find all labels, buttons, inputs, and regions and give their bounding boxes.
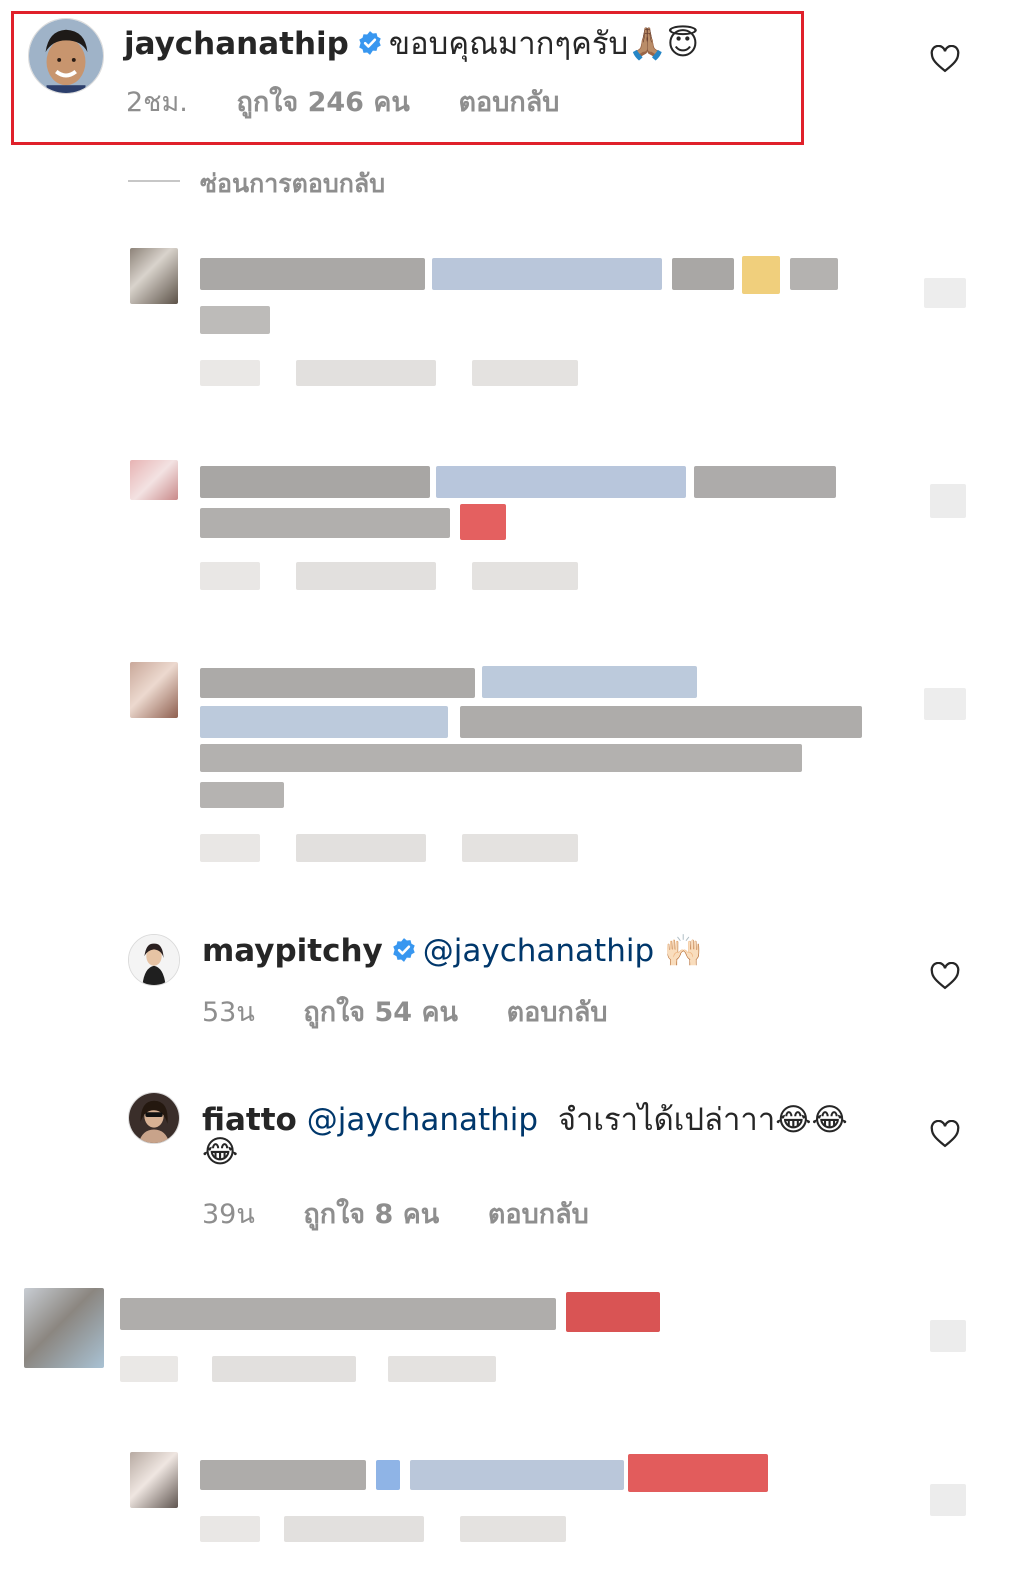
heart-icon[interactable] <box>930 1119 960 1152</box>
emoji-halo-face: 😇 <box>666 26 700 62</box>
censored-avatar <box>130 1452 178 1508</box>
censored-avatar <box>130 248 178 304</box>
emoji-folded-hands: 🙏🏽 <box>628 26 667 62</box>
censored-avatar <box>130 460 178 500</box>
comment-time: 2ชม. <box>126 87 188 118</box>
emoji-tears-of-joy: 😂 <box>202 1134 239 1170</box>
censored-avatar <box>24 1288 104 1368</box>
reply-button[interactable]: ตอบกลับ <box>507 997 608 1028</box>
heart-icon[interactable] <box>930 44 960 77</box>
emoji-tears-of-joy: 😂😂 <box>775 1102 848 1138</box>
fiatto-comment-text: จำเราได้เปล่าาา <box>557 1102 776 1138</box>
main-comment-line: jaychanathip ขอบคุณมากๆครับ🙏🏽😇 <box>124 18 699 68</box>
fiatto-meta: 39น ถูกใจ 8 คน ตอบกลับ <box>202 1192 629 1235</box>
like-count[interactable]: ถูกใจ 8 คน <box>303 1199 439 1230</box>
mention-link[interactable]: @jaychanathip <box>307 1102 538 1138</box>
heart-icon[interactable] <box>930 961 960 994</box>
like-count[interactable]: ถูกใจ 246 คน <box>236 87 409 118</box>
maypitchy-comment-line: maypitchy @jaychanathip 🙌🏻 <box>202 932 703 971</box>
hide-replies-button[interactable]: ซ่อนการตอบกลับ <box>200 164 385 204</box>
fiatto-comment-line: fiatto @jaychanathip จำเราได้เปล่าาา😂😂 <box>202 1094 848 1144</box>
emoji-raising-hands: 🙌🏻 <box>664 933 703 969</box>
maypitchy-meta: 53น ถูกใจ 54 คน ตอบกลับ <box>202 990 648 1033</box>
verified-badge-icon <box>357 28 383 64</box>
censored-avatar <box>130 662 178 718</box>
like-count[interactable]: ถูกใจ 54 คน <box>303 997 458 1028</box>
comment-time: 39น <box>202 1199 255 1230</box>
mention-link[interactable]: @jaychanathip <box>423 933 654 969</box>
reply-button[interactable]: ตอบกลับ <box>458 87 559 118</box>
main-comment-text: ขอบคุณมากๆครับ <box>388 26 629 62</box>
username-maypitchy[interactable]: maypitchy <box>202 933 383 969</box>
avatar-fiatto[interactable] <box>128 1092 180 1144</box>
username-jaychanathip[interactable]: jaychanathip <box>124 26 349 62</box>
avatar-jaychanathip[interactable] <box>28 18 104 94</box>
comment-time: 53น <box>202 997 255 1028</box>
avatar-maypitchy[interactable] <box>128 934 180 986</box>
verified-badge-icon <box>391 935 417 971</box>
hide-replies-line <box>128 180 180 182</box>
username-fiatto[interactable]: fiatto <box>202 1102 297 1138</box>
fiatto-comment-line-2: 😂 <box>202 1134 238 1170</box>
reply-button[interactable]: ตอบกลับ <box>488 1199 589 1230</box>
main-comment-meta: 2ชม. ถูกใจ 246 คน ตอบกลับ <box>126 80 599 123</box>
